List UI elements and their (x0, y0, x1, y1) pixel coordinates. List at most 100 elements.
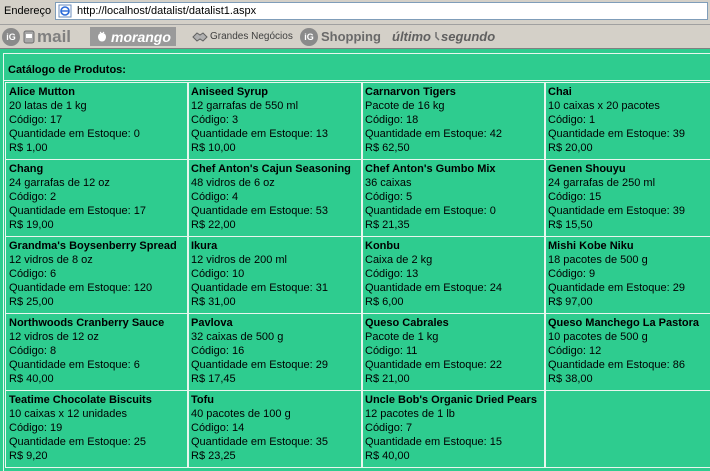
page-content: Catálogo de Produtos: Alice Mutton 20 lat… (0, 49, 710, 471)
ig-mail-link[interactable]: iG mail (2, 27, 71, 46)
product-quantity-per-unit: 20 latas de 1 kg (9, 100, 87, 112)
product-quantity-per-unit: 18 pacotes de 500 g (548, 254, 648, 266)
product-stock: Quantidade em Estoque: 25 (9, 436, 146, 448)
product-cell: Alice Mutton 20 latas de 1 kg Código: 17 Qu… (5, 82, 189, 160)
product-code: Código: 4 (191, 191, 239, 203)
strawberry-icon (98, 31, 106, 41)
product-stock: Quantidade em Estoque: 39 (548, 205, 685, 217)
product-code: Código: 18 (365, 114, 419, 126)
product-grid: Alice Mutton 20 latas de 1 kg Código: 17 Qu… (5, 82, 710, 471)
product-code: Código: 6 (9, 268, 57, 280)
product-price: R$ 25,00 (9, 296, 54, 308)
ig-logo-icon: iG (300, 27, 318, 46)
product-name: Konbu (365, 240, 400, 252)
product-stock: Quantidade em Estoque: 86 (548, 359, 685, 371)
product-cell: Chef Anton's Gumbo Mix 36 caixas Código: 5… (361, 159, 546, 237)
product-price: R$ 40,00 (9, 373, 54, 385)
address-input[interactable]: http://localhost/datalist/datalist1.aspx (55, 2, 708, 20)
product-quantity-per-unit: 10 caixas x 12 unidades (9, 408, 128, 420)
address-bar: Endereço http://localhost/datalist/datal… (0, 0, 710, 25)
product-price: R$ 6,00 (365, 296, 404, 308)
product-name: Pavlova (191, 317, 233, 329)
morango-link-label: morango (111, 28, 171, 45)
product-stock: Quantidade em Estoque: 42 (365, 128, 502, 140)
morango-link[interactable]: morango (90, 27, 176, 46)
product-name: Chef Anton's Cajun Seasoning (191, 163, 351, 175)
product-stock: Quantidade em Estoque: 17 (9, 205, 146, 217)
product-name: Teatime Chocolate Biscuits (9, 394, 152, 406)
catalog-title: Catálogo de Produtos: (8, 64, 126, 76)
product-name: Northwoods Cranberry Sauce (9, 317, 165, 329)
links-toolbar: iG mail morango Grandes Negócios iG Shop… (0, 25, 710, 49)
product-name: Carnarvon Tigers (365, 86, 456, 98)
product-price: R$ 19,00 (9, 219, 54, 231)
product-stock: Quantidade em Estoque: 53 (191, 205, 328, 217)
product-cell: Genen Shouyu 24 garrafas de 250 ml Código:… (544, 159, 710, 237)
product-cell: Pavlova 32 caixas de 500 g Código: 16 Quant… (187, 313, 363, 391)
ig-logo-icon: iG (2, 27, 20, 46)
header-divider (3, 80, 710, 81)
product-quantity-per-unit: 48 vidros de 6 oz (191, 177, 275, 189)
product-code: Código: 19 (9, 422, 63, 434)
product-price: R$ 22,00 (191, 219, 236, 231)
morango-badge: morango (90, 27, 176, 46)
mail-link-label: mail (37, 26, 72, 46)
product-quantity-per-unit: 40 pacotes de 100 g (191, 408, 291, 420)
product-name: Aniseed Syrup (191, 86, 269, 98)
product-cell: Tofu 40 pacotes de 100 g Código: 14 Quantid… (187, 390, 363, 468)
product-code: Código: 5 (365, 191, 413, 203)
product-cell (544, 390, 710, 468)
product-price: R$ 40,00 (365, 450, 410, 462)
shopping-link-label: Shopping (321, 29, 381, 44)
product-cell: Carnarvon Tigers Pacote de 16 kg Código: 1… (361, 82, 546, 160)
product-cell: Ikura 12 vidros de 200 ml Código: 10 Quanti… (187, 236, 363, 314)
product-code: Código: 10 (191, 268, 245, 280)
product-code: Código: 17 (9, 114, 63, 126)
ie-page-icon (58, 4, 72, 18)
product-price: R$ 9,20 (9, 450, 48, 462)
product-code: Código: 11 (365, 345, 418, 357)
clock-hand-icon (435, 31, 440, 41)
product-quantity-per-unit: 24 garrafas de 12 oz (9, 177, 110, 189)
product-price: R$ 38,00 (548, 373, 593, 385)
segundo-label: segundo (441, 29, 496, 44)
product-price: R$ 1,00 (9, 142, 48, 154)
ultimo-label: último (392, 29, 431, 44)
product-quantity-per-unit: 36 caixas (365, 177, 412, 189)
product-stock: Quantidade em Estoque: 39 (548, 128, 685, 140)
product-quantity-per-unit: 12 vidros de 200 ml (191, 254, 287, 266)
grandes-negocios-label: Grandes Negócios (210, 31, 293, 42)
handshake-icon (192, 31, 208, 42)
product-cell: Teatime Chocolate Biscuits 10 caixas x 12… (5, 390, 189, 468)
product-name: Grandma's Boysenberry Spread (9, 240, 177, 252)
product-price: R$ 10,00 (191, 142, 236, 154)
product-price: R$ 17,45 (191, 373, 236, 385)
product-name: Chang (9, 163, 44, 175)
product-cell: Konbu Caixa de 2 kg Código: 13 Quantidade e… (361, 236, 546, 314)
product-name: Uncle Bob's Organic Dried Pears (365, 394, 537, 406)
ig-shopping-link[interactable]: iG Shopping (300, 27, 381, 46)
ultimo-segundo-link[interactable]: último segundo (392, 27, 495, 46)
product-name: Queso Manchego La Pastora (548, 317, 699, 329)
product-price: R$ 21,00 (365, 373, 410, 385)
product-stock: Quantidade em Estoque: 15 (365, 436, 502, 448)
address-label: Endereço (4, 5, 52, 17)
product-name: Genen Shouyu (548, 163, 626, 175)
product-code: Código: 14 (191, 422, 245, 434)
product-stock: Quantidade em Estoque: 29 (548, 282, 685, 294)
product-quantity-per-unit: Caixa de 2 kg (365, 254, 433, 266)
product-quantity-per-unit: 12 vidros de 12 oz (9, 331, 99, 343)
product-stock: Quantidade em Estoque: 0 (9, 128, 140, 140)
product-stock: Quantidade em Estoque: 22 (365, 359, 502, 371)
product-price: R$ 31,00 (191, 296, 236, 308)
product-name: Chef Anton's Gumbo Mix (365, 163, 496, 175)
grandes-negocios-link[interactable]: Grandes Negócios (192, 27, 293, 46)
product-price: R$ 20,00 (548, 142, 593, 154)
product-stock: Quantidade em Estoque: 120 (9, 282, 153, 294)
product-stock: Quantidade em Estoque: 6 (9, 359, 140, 371)
product-quantity-per-unit: 12 garrafas de 550 ml (191, 100, 299, 112)
product-stock: Quantidade em Estoque: 24 (365, 282, 502, 294)
product-code: Código: 12 (548, 345, 602, 357)
product-name: Queso Cabrales (365, 317, 449, 329)
product-quantity-per-unit: 12 pacotes de 1 lb (365, 408, 455, 420)
